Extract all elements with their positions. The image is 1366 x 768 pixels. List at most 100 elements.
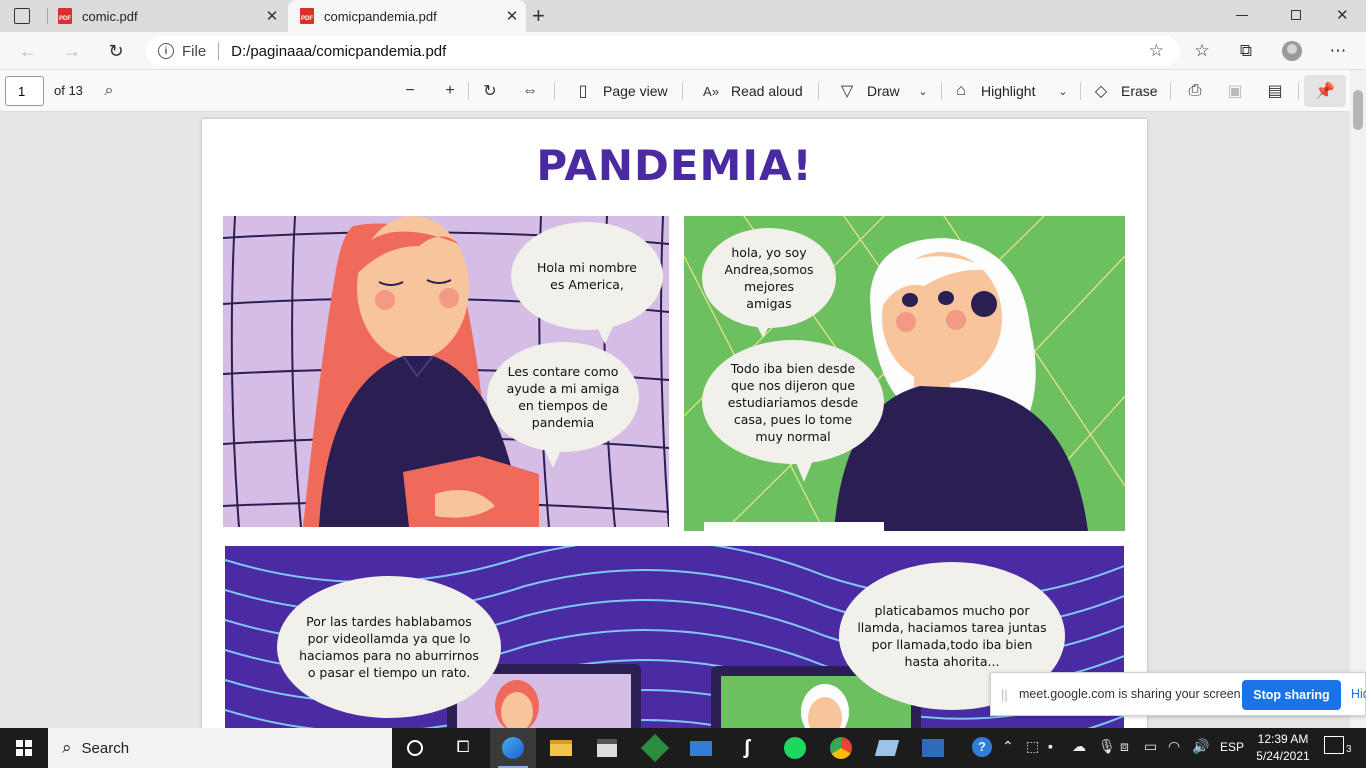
page-view-button[interactable]: Page view xyxy=(603,83,668,99)
draw-icon[interactable]: ▽ xyxy=(836,80,858,102)
new-tab-button[interactable]: + xyxy=(532,3,545,29)
task-view-icon[interactable]: ⧠ xyxy=(440,728,486,768)
clock[interactable]: 12:39 AM 5/24/2021 xyxy=(1248,731,1318,765)
battery-icon[interactable]: ▭ xyxy=(1144,738,1157,755)
language-indicator[interactable]: ESP xyxy=(1220,740,1244,754)
toolbar-divider xyxy=(941,82,942,100)
scrollbar-thumb[interactable] xyxy=(1353,90,1363,130)
chevron-up-icon[interactable]: ⌃ xyxy=(1002,738,1014,755)
eraser-icon[interactable]: ◇ xyxy=(1090,80,1112,102)
clock-time: 12:39 AM xyxy=(1257,732,1309,746)
page-number-input[interactable] xyxy=(5,76,44,106)
cortana-icon[interactable] xyxy=(392,728,438,768)
erase-button[interactable]: Erase xyxy=(1121,83,1158,99)
rotate-icon[interactable]: ↻ xyxy=(479,80,501,102)
read-aloud-icon[interactable]: A» xyxy=(700,80,722,102)
drag-handle-icon[interactable]: || xyxy=(1001,687,1008,702)
share-message: meet.google.com is sharing your screen. xyxy=(1019,687,1245,701)
comic-panel-2: hola, yo soy Andrea,somos mejores amigas… xyxy=(684,216,1125,531)
file-explorer-icon[interactable] xyxy=(538,728,584,768)
pin-toolbar-icon[interactable]: 📌 xyxy=(1304,75,1346,107)
search-icon[interactable]: ⌕ xyxy=(98,80,120,102)
tray-app-icon[interactable]: ▪ xyxy=(1048,738,1053,754)
refresh-button[interactable]: ↻ xyxy=(102,38,130,64)
toolbar-divider xyxy=(554,82,555,100)
pdf-file-icon: PDF xyxy=(58,8,72,24)
app-icon[interactable]: ʃ xyxy=(724,728,770,768)
spotify-icon[interactable] xyxy=(772,728,818,768)
read-aloud-button[interactable]: Read aloud xyxy=(731,83,803,99)
minimize-button[interactable] xyxy=(1236,15,1248,16)
zoom-in-icon[interactable]: + xyxy=(439,80,461,102)
notifications-icon[interactable] xyxy=(1324,736,1344,754)
comic-panel-1: Hola mi nombre es America, Les contare c… xyxy=(223,216,669,527)
favorites-icon[interactable]: ☆ xyxy=(1190,40,1214,62)
edge-app-icon[interactable] xyxy=(490,728,536,768)
taskbar: ⌕ Search ⧠ ʃ ? ⌃ ⬚ ▪ ☁ 🎙 ⧈ ▭ ◠ 🔊 ESP 12:… xyxy=(0,728,1366,768)
save-icon[interactable]: ▣ xyxy=(1224,80,1246,102)
collections-icon[interactable]: ⧉ xyxy=(1234,40,1258,62)
mail-icon[interactable] xyxy=(678,728,724,768)
windows-logo-icon xyxy=(16,740,32,756)
address-bar: ← → ↻ i File D:/paginaaa/comicpandemia.p… xyxy=(0,32,1366,70)
forward-button[interactable]: → xyxy=(58,38,86,64)
pdf-file-icon: PDF xyxy=(300,8,314,24)
pdf-viewer[interactable]: PANDEMIA! Hola mi nombre es America, Les… xyxy=(0,112,1350,728)
vertical-scrollbar[interactable] xyxy=(1350,70,1366,728)
tab-actions-icon[interactable] xyxy=(14,8,30,24)
speech-bubble-tail xyxy=(595,322,615,344)
tab-title: comic.pdf xyxy=(82,8,138,24)
close-tab-icon[interactable]: ✕ xyxy=(498,7,526,25)
speech-bubble: hola, yo soy Andrea,somos mejores amigas xyxy=(702,228,836,328)
help-icon[interactable]: ? xyxy=(972,737,992,757)
highlight-button[interactable]: Highlight xyxy=(981,83,1035,99)
wifi-icon[interactable]: ◠ xyxy=(1168,738,1180,755)
tray-app-icon[interactable]: ⧈ xyxy=(1120,738,1129,755)
info-icon[interactable]: i xyxy=(158,43,174,59)
screen-share-notification: || meet.google.com is sharing your scree… xyxy=(990,672,1366,716)
stop-sharing-button[interactable]: Stop sharing xyxy=(1242,680,1341,710)
tab-comicpandemia[interactable]: PDF comicpandemia.pdf ✕ xyxy=(288,0,526,32)
page-view-icon[interactable]: ▯ xyxy=(572,80,594,102)
save-as-icon[interactable]: ▤ xyxy=(1264,80,1286,102)
volume-icon[interactable]: 🔊 xyxy=(1192,738,1209,755)
toolbar-divider xyxy=(682,82,683,100)
chrome-icon[interactable] xyxy=(818,728,864,768)
url-text[interactable]: D:/paginaaa/comicpandemia.pdf xyxy=(231,43,446,60)
hide-button[interactable]: Hide xyxy=(1351,687,1366,701)
start-button[interactable] xyxy=(0,728,48,768)
search-icon: ⌕ xyxy=(62,738,72,757)
zoom-out-icon[interactable]: − xyxy=(399,80,421,102)
toolbar-divider xyxy=(1080,82,1081,100)
notification-badge: 3 xyxy=(1346,744,1352,755)
print-icon[interactable]: ⎙ xyxy=(1184,80,1206,102)
close-tab-icon[interactable]: ✕ xyxy=(258,7,286,25)
tray-app-icon[interactable]: ⬚ xyxy=(1026,738,1039,755)
tab-comic[interactable]: PDF comic.pdf ✕ xyxy=(46,0,286,32)
microphone-icon[interactable]: 🎙 xyxy=(1098,738,1116,755)
speech-bubble: Por las tardes hablabamos por videollamd… xyxy=(277,576,501,718)
add-favorite-icon[interactable]: ☆ xyxy=(1149,41,1164,61)
tab-title: comicpandemia.pdf xyxy=(324,8,437,24)
speech-bubble-tail xyxy=(794,458,814,482)
app-icon[interactable] xyxy=(632,728,678,768)
app-icon[interactable] xyxy=(864,728,910,768)
profile-avatar[interactable] xyxy=(1282,41,1302,61)
restore-button[interactable] xyxy=(1291,10,1301,20)
back-button[interactable]: ← xyxy=(14,38,42,64)
onedrive-icon[interactable]: ☁ xyxy=(1072,738,1086,755)
url-field[interactable]: i File D:/paginaaa/comicpandemia.pdf ☆ xyxy=(146,36,1180,66)
store-icon[interactable] xyxy=(584,728,630,768)
close-window-button[interactable]: ✕ xyxy=(1336,6,1349,24)
taskbar-search[interactable]: ⌕ Search xyxy=(48,728,392,768)
photos-icon[interactable] xyxy=(910,728,956,768)
clock-date: 5/24/2021 xyxy=(1256,749,1310,763)
more-menu-icon[interactable]: ⋯ xyxy=(1326,40,1350,62)
fit-page-icon[interactable]: ⇔ xyxy=(519,80,541,102)
pdf-page: PANDEMIA! Hola mi nombre es America, Les… xyxy=(202,119,1147,728)
url-scheme: File xyxy=(182,42,207,60)
draw-button[interactable]: Draw xyxy=(867,83,900,99)
highlight-icon[interactable]: ⌂ xyxy=(950,80,972,102)
chevron-down-icon[interactable]: ⌄ xyxy=(912,80,934,102)
chevron-down-icon[interactable]: ⌄ xyxy=(1052,80,1074,102)
